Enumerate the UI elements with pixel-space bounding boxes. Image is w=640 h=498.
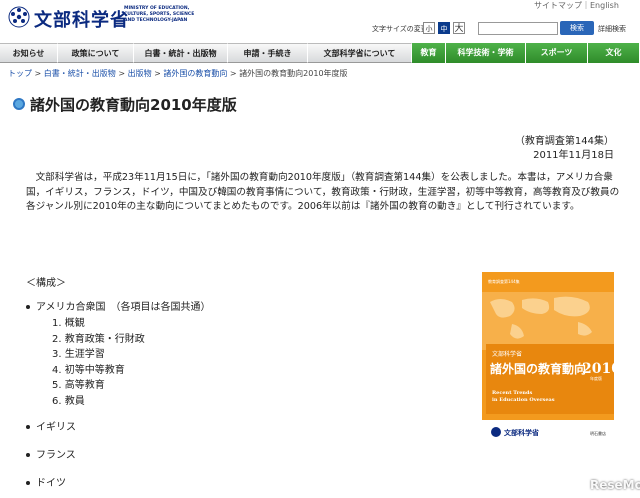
country-item-germany: ドイツ [26, 476, 66, 492]
cover-edition: 年度版 [590, 375, 602, 381]
body-paragraph: 文部科学省は，平成23年11月15日に，「諸外国の教育動向2010年度版」（教育… [26, 172, 620, 212]
bullet-icon [26, 425, 30, 429]
nav-item-publications[interactable]: 白書・統計・出版物 [134, 43, 228, 63]
cover-subtitle-1: Recent Trends [492, 390, 533, 396]
nav-item-science[interactable]: 科学技術・学術 [446, 43, 526, 63]
breadcrumb-publications[interactable]: 白書・統計・出版物 [44, 69, 116, 78]
site-links[interactable]: サイトマップ｜English [534, 0, 619, 11]
sublist-item: 3. 生涯学習 [52, 349, 105, 360]
sublist-item: 5. 高等教育 [52, 380, 105, 391]
country-item-uk: イギリス [26, 420, 76, 436]
breadcrumb-top[interactable]: トップ [8, 69, 32, 78]
book-cover-art: 教育調査第144集 文部科学省 諸外国の教育動向 2010 年度版 Recent… [482, 272, 614, 445]
book-cover-image: 教育調査第144集 文部科学省 諸外国の教育動向 2010 年度版 Recent… [482, 272, 614, 445]
cover-logo: 文部科学省 [504, 428, 539, 437]
font-size-large-button[interactable]: 大 [453, 22, 465, 34]
watermark: ReseMom [590, 478, 640, 492]
nav-item-culture[interactable]: 文化 [588, 43, 640, 63]
cover-series-label: 教育調査第144集 [488, 278, 520, 284]
site-logo-english: MINISTRY OF EDUCATION, CULTURE, SPORTS, … [124, 6, 195, 23]
publish-date: 2011年11月18日 [533, 150, 614, 161]
country-item-usa: アメリカ合衆国 （各項目は各国共通） [26, 300, 211, 316]
search-input[interactable] [478, 22, 558, 35]
site-header: 文部科学省 MINISTRY OF EDUCATION, CULTURE, SP… [0, 0, 640, 42]
site-logo-text[interactable]: 文部科学省 [34, 6, 129, 32]
font-size-small-button[interactable]: 小 [423, 22, 435, 34]
font-size-medium-button[interactable]: 中 [438, 22, 450, 34]
sublist-item: 4. 初等中等教育 [52, 364, 125, 376]
nav-item-education[interactable]: 教育 [412, 43, 446, 63]
bullet-icon [26, 481, 30, 485]
font-size-label: 文字サイズの変更 [372, 25, 428, 33]
sublist-item: 1. 概観 [52, 318, 85, 329]
bullet-icon [26, 453, 30, 457]
cover-publisher: 明石書店 [590, 430, 606, 436]
section-heading: ＜構成＞ [26, 278, 66, 289]
breadcrumb: トップ > 白書・統計・出版物 > 出版物 > 諸外国の教育動向 > 諸外国の教… [8, 69, 348, 78]
global-nav: お知らせ 政策について 白書・統計・出版物 申請・手続き 文部科学省について 教… [0, 43, 640, 63]
page-title: 諸外国の教育動向2010年度版 [30, 96, 237, 114]
bullet-icon [26, 305, 30, 309]
cover-title: 諸外国の教育動向 [490, 361, 586, 376]
cover-year: 2010 [582, 361, 614, 377]
nav-item-about[interactable]: 文部科学省について [308, 43, 412, 63]
breadcrumb-trends[interactable]: 諸外国の教育動向 [163, 69, 227, 78]
cover-subtitle-2: in Education Overseas [492, 397, 555, 403]
nav-item-policy[interactable]: 政策について [58, 43, 134, 63]
nav-item-sports[interactable]: スポーツ [526, 43, 588, 63]
sublist-item: 2. 教育政策・行財政 [52, 333, 145, 345]
series-note: （教育調査第144集） [514, 136, 614, 147]
title-bullet-icon [13, 98, 25, 110]
country-item-france: フランス [26, 448, 76, 464]
sublist-item: 6. 教員 [52, 395, 85, 407]
nav-item-applications[interactable]: 申請・手続き [228, 43, 308, 63]
advanced-search-link[interactable]: 詳細検索 [598, 24, 626, 34]
breadcrumb-current: 諸外国の教育動向2010年度版 [239, 69, 348, 78]
cover-ministry: 文部科学省 [492, 350, 522, 358]
nav-item-news[interactable]: お知らせ [0, 43, 58, 63]
ministry-emblem-icon [8, 6, 30, 28]
search-button[interactable]: 検索 [560, 21, 594, 35]
structure-sublist: 1. 概観 2. 教育政策・行財政 3. 生涯学習 4. 初等中等教育 5. 高… [52, 316, 145, 409]
breadcrumb-books[interactable]: 出版物 [128, 69, 152, 78]
